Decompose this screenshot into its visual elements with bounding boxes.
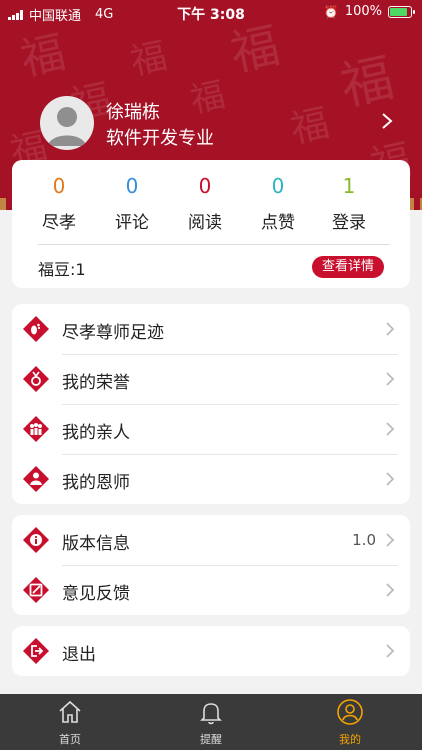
menu-item-label: 退出: [62, 645, 96, 665]
profile-row[interactable]: 徐瑞栋 软件开发专业: [40, 96, 402, 150]
stat-value: 0: [271, 174, 285, 198]
stat-label: 评论: [115, 213, 149, 233]
divider: [38, 244, 390, 245]
bottom-tab-bar: 首页 提醒 我的: [0, 694, 422, 750]
stat-value: 0: [198, 174, 212, 198]
bell-icon: [200, 703, 222, 725]
profile-name: 徐瑞栋: [106, 102, 160, 123]
menu-card-app: 版本信息 1.0 意见反馈: [12, 515, 410, 615]
chevron-right-icon: [386, 372, 395, 386]
stat-label: 点赞: [261, 213, 295, 233]
menu-item-teachers[interactable]: 我的恩师: [12, 454, 410, 504]
menu-item-label: 意见反馈: [62, 584, 130, 604]
info-icon: [23, 527, 49, 553]
chevron-right-icon: [386, 533, 395, 547]
stat-logins[interactable]: 1 登录: [314, 174, 384, 233]
stat-label: 尽孝: [42, 213, 76, 233]
view-details-button[interactable]: 查看详情: [311, 256, 384, 278]
home-icon: [59, 700, 81, 723]
menu-item-footprints[interactable]: 尽孝尊师足迹: [12, 304, 410, 354]
footprint-icon: [23, 316, 49, 342]
chevron-right-icon[interactable]: [376, 110, 398, 132]
stat-label: 登录: [332, 213, 366, 233]
menu-item-label: 我的亲人: [62, 423, 130, 443]
stat-label: 阅读: [188, 213, 222, 233]
chevron-right-icon: [386, 644, 395, 658]
alarm-icon: ⏰: [323, 4, 339, 19]
stat-value: 0: [52, 174, 66, 198]
stat-reads[interactable]: 0 阅读: [170, 174, 240, 233]
menu-item-label: 我的恩师: [62, 473, 130, 493]
battery-icon: [388, 5, 415, 18]
logout-icon: [23, 638, 49, 664]
menu-item-version[interactable]: 版本信息 1.0: [12, 515, 410, 565]
medal-icon: [23, 366, 49, 392]
tab-label: 提醒: [200, 733, 222, 746]
menu-item-honors[interactable]: 我的荣誉: [12, 354, 410, 404]
tab-label: 我的: [339, 733, 361, 746]
menu-item-logout[interactable]: 退出: [12, 626, 410, 676]
version-number: 1.0: [352, 531, 376, 549]
chevron-right-icon: [386, 583, 395, 597]
stat-comments[interactable]: 0 评论: [97, 174, 167, 233]
stat-filial[interactable]: 0 尽孝: [24, 174, 94, 233]
fudou-count: 福豆:1: [38, 260, 86, 279]
user-avatar-icon[interactable]: [40, 96, 94, 150]
stat-value: 0: [125, 174, 139, 198]
teacher-icon: [23, 466, 49, 492]
status-bar: 中国联通 4G 下午 3:08 ⏰ 100%: [0, 0, 422, 26]
stats-card: 0 尽孝 0 评论 0 阅读 0 点赞 1 登录 福豆:1 查看详情: [12, 160, 410, 288]
feedback-icon: [23, 577, 49, 603]
menu-item-label: 版本信息: [62, 534, 130, 554]
battery-percent: 100%: [344, 4, 382, 19]
menu-item-label: 我的荣誉: [62, 373, 130, 393]
chevron-right-icon: [386, 472, 395, 486]
stat-likes[interactable]: 0 点赞: [243, 174, 313, 233]
chevron-right-icon: [386, 322, 395, 336]
family-icon: [23, 416, 49, 442]
menu-item-relatives[interactable]: 我的亲人: [12, 404, 410, 454]
fu-pattern: 福: [126, 35, 171, 84]
menu-item-label: 尽孝尊师足迹: [62, 323, 164, 343]
tab-reminder[interactable]: 提醒: [171, 698, 251, 747]
tab-label: 首页: [59, 733, 81, 746]
profile-major: 软件开发专业: [106, 128, 214, 149]
tab-mine[interactable]: 我的: [310, 698, 390, 747]
menu-item-feedback[interactable]: 意见反馈: [12, 565, 410, 615]
chevron-right-icon: [386, 422, 395, 436]
menu-card-logout: 退出: [12, 626, 410, 676]
stat-value: 1: [342, 174, 356, 198]
tab-home[interactable]: 首页: [30, 698, 110, 747]
fu-pattern: 福: [16, 26, 70, 86]
person-icon: [337, 699, 363, 725]
menu-card-main: 尽孝尊师足迹 我的荣誉 我的亲人 我的恩师: [12, 304, 410, 504]
